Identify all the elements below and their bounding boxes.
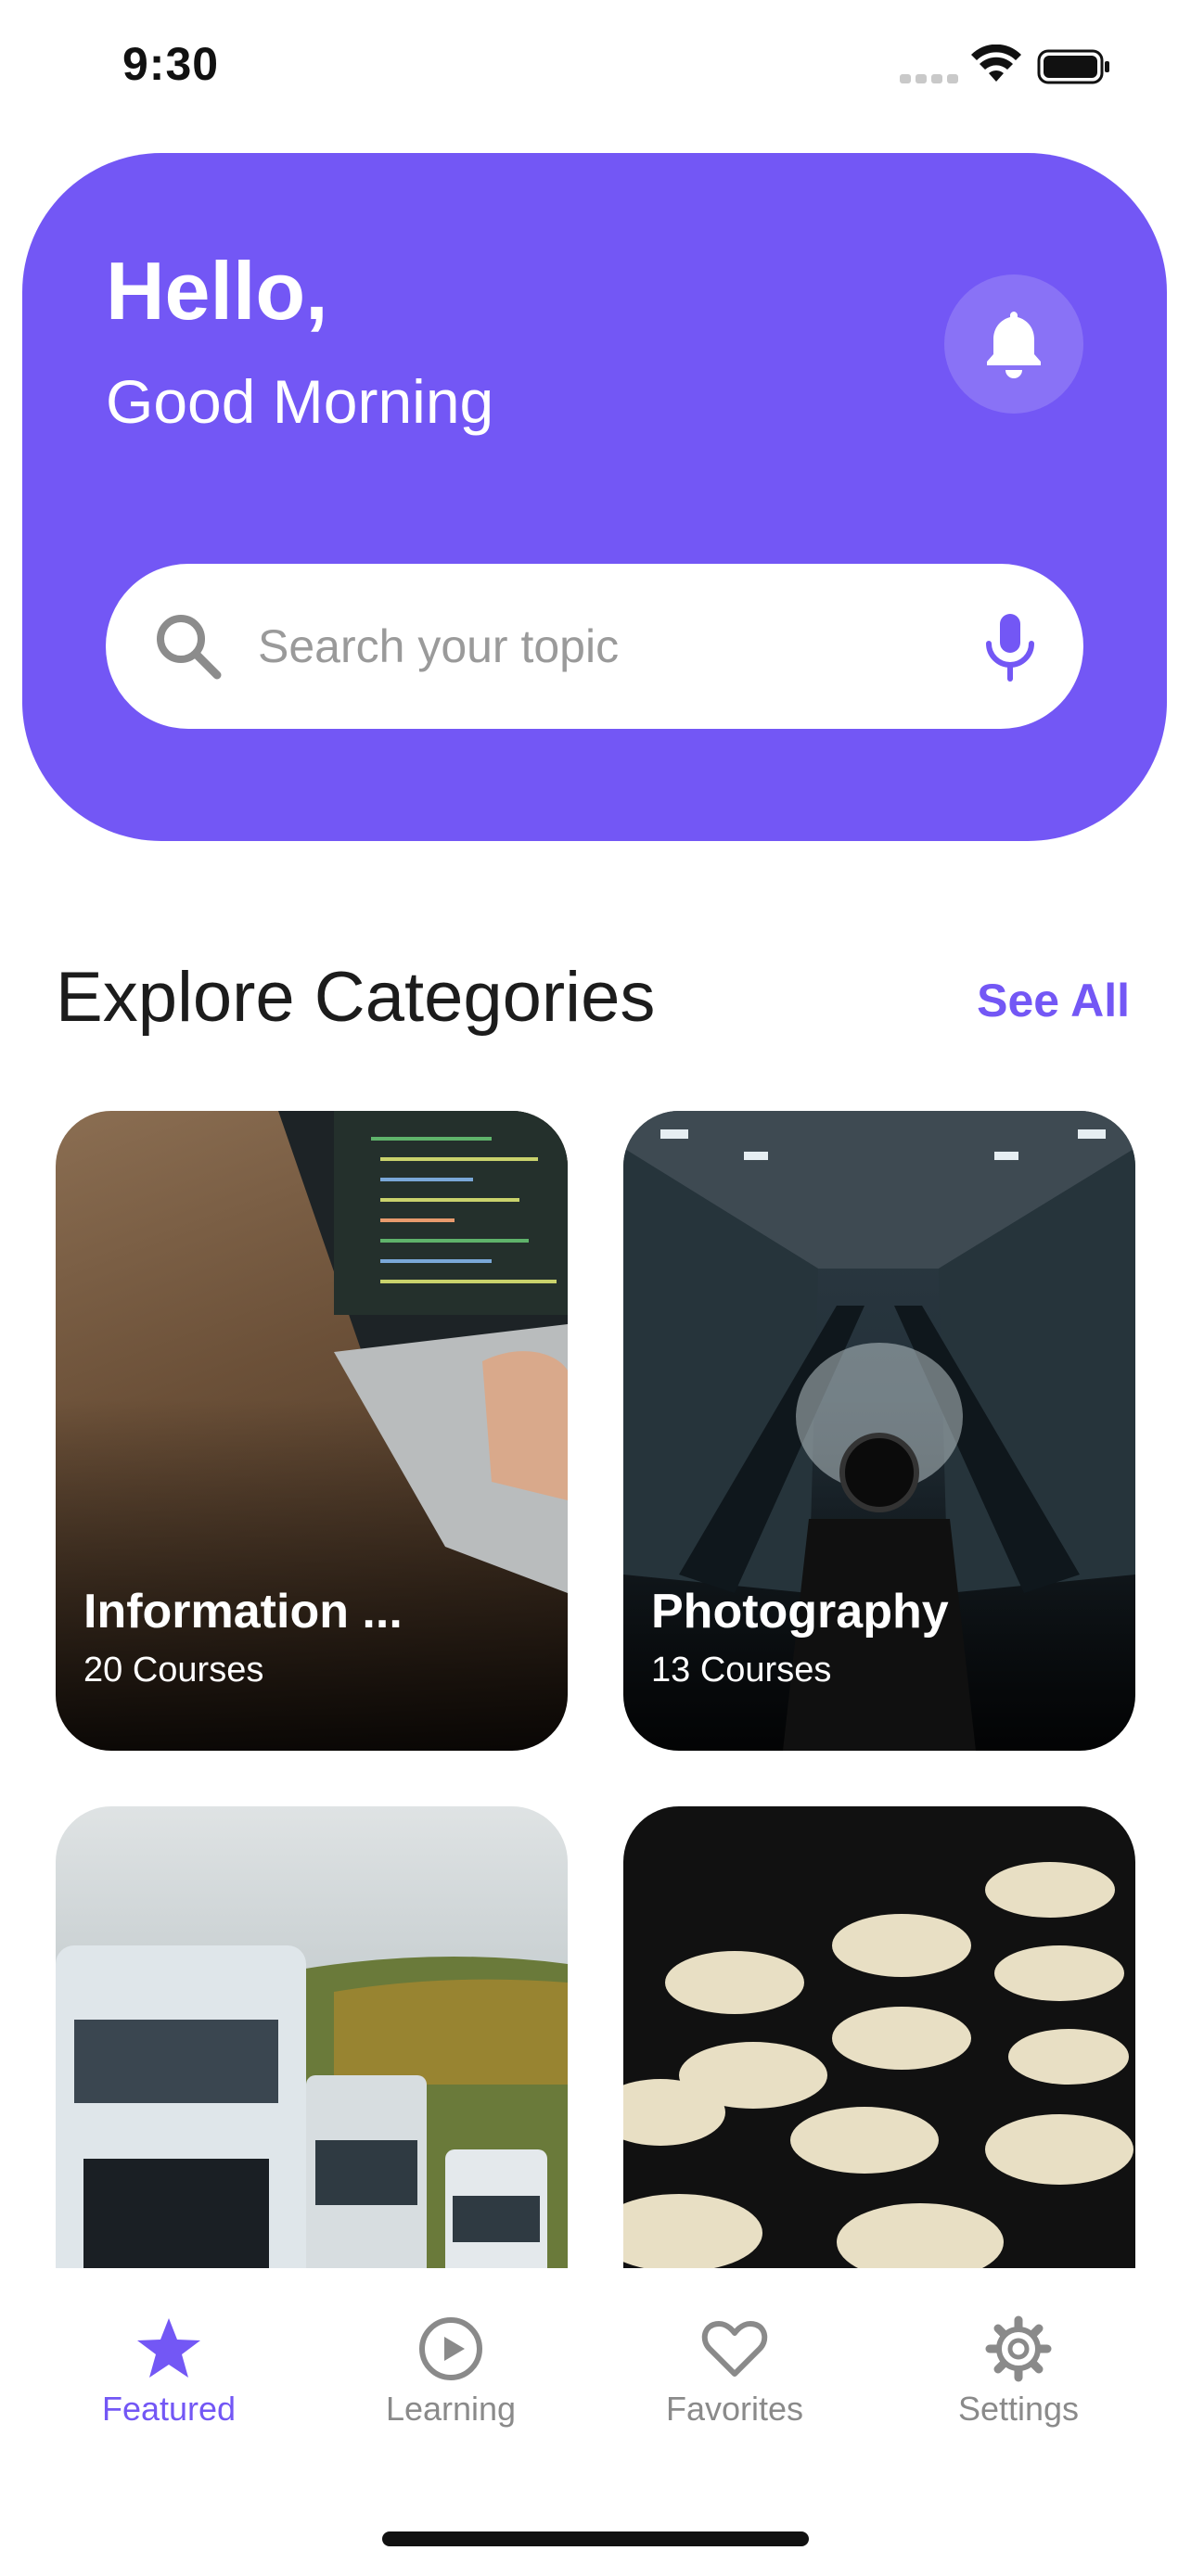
greeting-title: Hello,: [106, 245, 328, 337]
bottom-navigation: Featured Learning Favorites Settings: [0, 2268, 1191, 2576]
star-icon: [137, 2318, 200, 2378]
nav-label: Favorites: [665, 2390, 804, 2428]
bell-icon: [987, 312, 1041, 378]
nav-label: Learning: [385, 2390, 517, 2428]
notifications-button[interactable]: [944, 274, 1083, 414]
nav-item-featured[interactable]: Featured: [58, 2315, 280, 2454]
battery-icon: [1037, 49, 1109, 84]
nav-item-settings[interactable]: Settings: [907, 2315, 1130, 2454]
category-card-photography[interactable]: Photography 13 Courses: [623, 1111, 1135, 1751]
search-icon: [157, 615, 222, 680]
see-all-link[interactable]: See All: [977, 977, 1130, 1024]
category-course-count: 13 Courses: [651, 1651, 832, 1690]
search-input[interactable]: [258, 601, 907, 692]
category-title: Information ...: [83, 1585, 403, 1639]
category-course-count: 20 Courses: [83, 1651, 264, 1690]
home-indicator[interactable]: [382, 2531, 809, 2546]
greeting-subtitle: Good Morning: [106, 367, 494, 436]
wifi-icon: [971, 45, 1021, 82]
play-circle-icon: [419, 2317, 482, 2380]
nav-label: Settings: [957, 2390, 1080, 2428]
app-screen: 9:30 Hello, Good Morning Search your top…: [0, 0, 1191, 2576]
nav-label: Featured: [101, 2390, 237, 2428]
nav-item-learning[interactable]: Learning: [339, 2315, 562, 2454]
status-bar: 9:30: [0, 0, 1191, 139]
category-title: Photography: [651, 1585, 949, 1639]
mic-icon[interactable]: [978, 610, 1043, 684]
section-title: Explore Categories: [56, 958, 656, 1037]
nav-item-favorites[interactable]: Favorites: [623, 2315, 846, 2454]
status-time: 9:30: [122, 38, 220, 90]
gear-icon: [985, 2315, 1052, 2382]
category-card-information[interactable]: Information ... 20 Courses: [56, 1111, 568, 1751]
cellular-signal-icon: [900, 74, 958, 83]
search-bar[interactable]: [106, 564, 1083, 729]
heart-icon: [701, 2321, 768, 2377]
